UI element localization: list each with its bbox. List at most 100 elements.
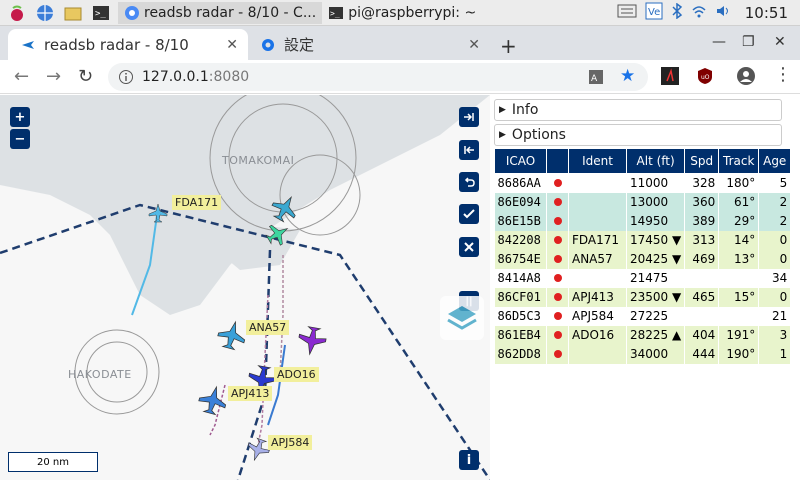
info-circle-icon[interactable] bbox=[118, 69, 134, 89]
table-row[interactable]: 86E15B 14950 389 29° 2 bbox=[494, 211, 792, 231]
account-icon[interactable] bbox=[736, 66, 756, 90]
status-cell bbox=[546, 211, 569, 231]
ident-cell bbox=[568, 173, 627, 193]
speed-cell: 469 bbox=[684, 249, 720, 269]
chromium-icon bbox=[125, 5, 139, 20]
wifi-icon[interactable] bbox=[691, 4, 707, 22]
menu-dots-icon[interactable]: ⋮ bbox=[774, 64, 792, 85]
address-bar[interactable]: 127.0.0.1:8080 A ★ bbox=[108, 63, 648, 91]
back-icon[interactable]: ← bbox=[14, 66, 29, 87]
status-cell bbox=[546, 268, 569, 288]
forward-icon[interactable]: → bbox=[46, 66, 61, 87]
age-cell: 2 bbox=[758, 192, 792, 212]
table-row[interactable]: 8414A8 21475 34 bbox=[494, 268, 792, 288]
column-header[interactable] bbox=[546, 148, 569, 174]
deselect-button[interactable] bbox=[459, 237, 479, 257]
keyboard-icon[interactable] bbox=[617, 4, 637, 22]
browser-launcher-icon[interactable] bbox=[34, 3, 56, 23]
flight-label[interactable]: ANA57 bbox=[246, 320, 290, 335]
speed-cell: 328 bbox=[684, 173, 720, 193]
bookmark-star-icon[interactable]: ★ bbox=[620, 66, 635, 86]
age-cell: 2 bbox=[758, 211, 792, 231]
flight-label[interactable]: APJ584 bbox=[268, 435, 313, 450]
altitude-cell: 17450 ▼ bbox=[626, 230, 686, 250]
select-all-button[interactable] bbox=[459, 204, 479, 224]
speed-cell: 389 bbox=[684, 211, 720, 231]
zoom-out-button[interactable]: − bbox=[10, 129, 30, 149]
flight-label[interactable]: FDA171 bbox=[172, 195, 222, 210]
options-section-toggle[interactable]: ▶ Options bbox=[494, 124, 782, 146]
ublock-icon[interactable]: uO bbox=[696, 67, 714, 89]
status-cell bbox=[546, 173, 569, 193]
options-section-label: Options bbox=[511, 127, 566, 143]
column-header[interactable]: Ident bbox=[568, 148, 627, 174]
column-header[interactable]: Alt (ft) bbox=[625, 148, 686, 174]
info-section-toggle[interactable]: ▶ Info bbox=[494, 99, 782, 121]
ident-cell bbox=[568, 192, 627, 212]
track-cell bbox=[718, 306, 760, 326]
column-header[interactable]: Track bbox=[718, 148, 760, 174]
altitude-cell: 14950 bbox=[626, 211, 686, 231]
new-tab-button[interactable]: + bbox=[500, 34, 517, 58]
flight-label[interactable]: ADO16 bbox=[274, 367, 319, 382]
table-row[interactable]: 86E094 13000 360 61° 2 bbox=[494, 192, 792, 212]
tab-readsb[interactable]: readsb radar - 8/10 ✕ bbox=[8, 29, 248, 60]
flag-dot-icon bbox=[553, 312, 562, 320]
svg-text:Ve: Ve bbox=[648, 7, 660, 18]
table-row[interactable]: 861EB4 ADO16 28225 ▲ 404 191° 3 bbox=[494, 325, 792, 345]
table-row[interactable]: 8686AA 11000 328 180° 5 bbox=[494, 173, 792, 193]
age-cell: 0 bbox=[758, 249, 792, 269]
volume-icon[interactable] bbox=[715, 4, 731, 22]
triangle-right-icon: ▶ bbox=[499, 105, 506, 115]
table-row[interactable]: 842208 FDA171 17450 ▼ 313 14° 0 bbox=[494, 230, 792, 250]
age-cell: 0 bbox=[758, 287, 792, 307]
reset-map-button[interactable] bbox=[459, 172, 479, 192]
reload-icon[interactable]: ↻ bbox=[78, 66, 93, 87]
flag-dot-icon bbox=[553, 331, 562, 339]
column-header[interactable]: Spd bbox=[684, 148, 720, 174]
column-header[interactable]: Age bbox=[758, 148, 792, 174]
bluetooth-icon[interactable] bbox=[671, 2, 683, 23]
tab-label: readsb radar - 8/10 bbox=[44, 35, 189, 54]
tab-settings[interactable]: 設定 ✕ bbox=[250, 29, 490, 60]
speed-cell bbox=[684, 306, 720, 326]
map-canvas[interactable] bbox=[0, 95, 490, 480]
file-manager-icon[interactable] bbox=[62, 3, 84, 23]
vnc-icon[interactable]: Ve bbox=[645, 2, 663, 24]
flight-label[interactable]: APJ413 bbox=[228, 386, 273, 401]
table-row[interactable]: 86754E ANA57 20425 ▼ 469 13° 0 bbox=[494, 249, 792, 269]
expand-sidebar-button[interactable] bbox=[459, 107, 479, 127]
radar-map[interactable]: TOMAKOMAI HAKODATE FDA171 ANA57 ADO16 AP… bbox=[0, 95, 490, 480]
collapse-sidebar-button[interactable] bbox=[459, 140, 479, 160]
raspberry-menu-icon[interactable] bbox=[6, 3, 28, 23]
close-icon[interactable]: ✕ bbox=[468, 37, 480, 53]
minimize-icon[interactable]: — bbox=[712, 34, 726, 50]
svg-text:A: A bbox=[591, 74, 598, 84]
flag-dot-icon bbox=[553, 236, 562, 244]
icao-cell: 861EB4 bbox=[494, 325, 547, 345]
table-row[interactable]: 86CF01 APJ413 23500 ▼ 465 15° 0 bbox=[494, 287, 792, 307]
undo-icon bbox=[464, 177, 475, 187]
age-cell: 21 bbox=[758, 306, 792, 326]
terminal-launcher-icon[interactable]: >_ bbox=[90, 3, 112, 23]
close-window-icon[interactable]: ✕ bbox=[774, 34, 786, 50]
track-cell: 61° bbox=[718, 192, 760, 212]
column-header[interactable]: ICAO bbox=[494, 148, 547, 174]
extension-icon[interactable] bbox=[661, 67, 679, 89]
table-row[interactable]: 862DD8 34000 444 190° 1 bbox=[494, 344, 792, 364]
taskbar-task-chromium[interactable]: readsb radar - 8/10 - C... bbox=[118, 1, 323, 24]
translate-icon[interactable]: A bbox=[588, 69, 604, 89]
speed-cell: 404 bbox=[684, 325, 720, 345]
taskbar-task-terminal[interactable]: >_ pi@raspberrypi: ~ bbox=[322, 2, 482, 24]
info-button[interactable]: i bbox=[459, 450, 479, 470]
ident-cell: ADO16 bbox=[568, 325, 627, 345]
table-row[interactable]: 86D5C3 APJ584 27225 21 bbox=[494, 306, 792, 326]
restore-icon[interactable]: ❐ bbox=[742, 34, 755, 50]
taskbar: >_ readsb radar - 8/10 - C... >_ pi@rasp… bbox=[0, 0, 800, 26]
track-cell: 13° bbox=[718, 249, 760, 269]
gear-icon bbox=[262, 38, 274, 51]
close-icon[interactable]: ✕ bbox=[226, 37, 238, 53]
zoom-in-button[interactable]: + bbox=[10, 107, 30, 127]
layers-icon[interactable] bbox=[440, 296, 484, 340]
flag-dot-icon bbox=[553, 217, 562, 225]
